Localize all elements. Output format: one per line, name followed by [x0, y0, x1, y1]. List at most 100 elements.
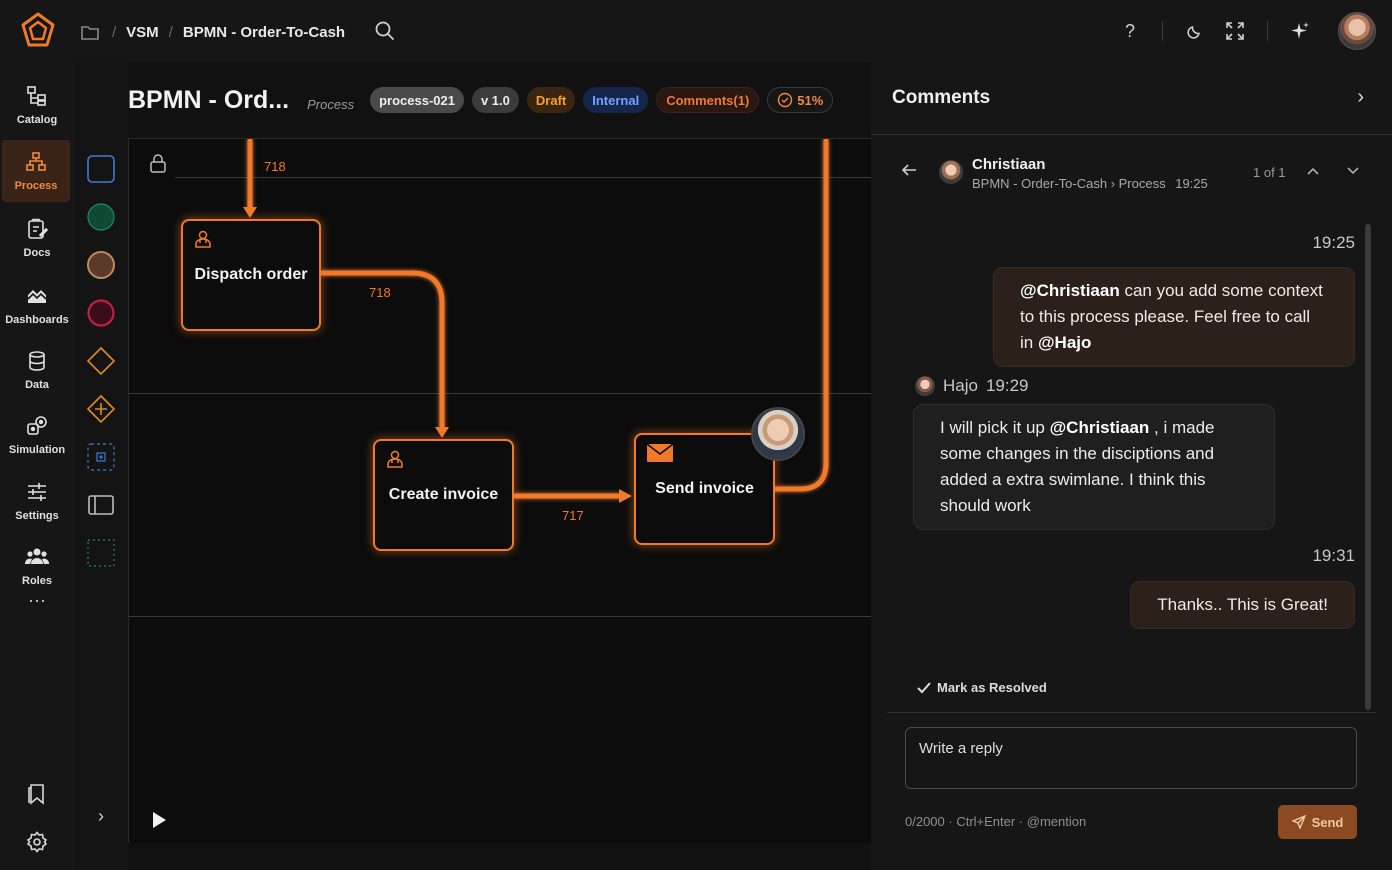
- moon-icon[interactable]: [1175, 12, 1215, 50]
- scrollbar[interactable]: [1365, 224, 1371, 710]
- checkmark-icon: [917, 681, 931, 693]
- task-label: Send invoice: [655, 480, 754, 497]
- start-event-icon[interactable]: [86, 202, 116, 232]
- nav-more-button[interactable]: ···: [0, 590, 74, 611]
- author-avatar: [939, 160, 963, 184]
- nav-label: Process: [14, 180, 58, 192]
- nav-item-catalog[interactable]: Catalog: [0, 74, 74, 136]
- divider: [1162, 21, 1163, 41]
- message-list[interactable]: 19:25 @Christiaan can you add some conte…: [887, 212, 1373, 708]
- help-icon[interactable]: ?: [1110, 12, 1150, 50]
- search-icon[interactable]: [374, 20, 396, 42]
- breadcrumb-vsm[interactable]: VSM: [126, 24, 159, 41]
- thread-location: BPMN - Order-To-Cash › Process: [972, 176, 1166, 191]
- process-kind: Process: [307, 96, 355, 112]
- task-dispatch-order[interactable]: Dispatch order: [181, 219, 321, 331]
- reply-input[interactable]: [905, 727, 1357, 789]
- parallel-gateway-icon[interactable]: [86, 394, 116, 424]
- message-author-line: Hajo 19:29: [915, 376, 1029, 396]
- thread-time: 19:25: [1175, 176, 1208, 191]
- intermediate-event-icon[interactable]: [86, 250, 116, 280]
- process-icon: [24, 150, 48, 174]
- process-id-badge: process-021: [370, 87, 464, 113]
- send-icon: [1291, 815, 1306, 829]
- breadcrumb-separator: /: [168, 23, 173, 41]
- mark-resolved-button[interactable]: Mark as Resolved: [917, 680, 1047, 695]
- fullscreen-icon[interactable]: [1215, 12, 1255, 50]
- folder-icon[interactable]: [80, 21, 102, 43]
- sparkle-icon[interactable]: [1280, 12, 1320, 50]
- nav-item-dashboards[interactable]: Dashboards: [0, 274, 74, 336]
- version-badge[interactable]: v 1.0: [471, 87, 519, 113]
- status-badge[interactable]: Draft: [526, 87, 576, 113]
- subprocess-icon[interactable]: [86, 442, 116, 472]
- message-author: Hajo: [943, 376, 978, 395]
- breadcrumb-process[interactable]: BPMN - Order-To-Cash: [183, 24, 345, 41]
- task-create-invoice[interactable]: Create invoice: [373, 439, 514, 551]
- sliders-icon: [25, 480, 49, 504]
- task-label: Dispatch order: [194, 266, 308, 283]
- user-avatar[interactable]: [1338, 12, 1376, 50]
- divider: [887, 712, 1376, 713]
- task-send-invoice[interactable]: Send invoice: [634, 433, 775, 545]
- flow-label: 718: [264, 159, 286, 174]
- message-bubble-own: Thanks.. This is Great!: [1130, 581, 1355, 629]
- roles-icon: [25, 545, 49, 569]
- nav-label: Catalog: [16, 114, 58, 126]
- process-title: BPMN - Ord...: [128, 85, 290, 114]
- progress-value: 51%: [797, 92, 824, 108]
- simulation-icon: [25, 414, 49, 438]
- pool-icon[interactable]: [86, 490, 116, 520]
- expand-chevron-icon[interactable]: ›: [90, 806, 112, 828]
- gear-icon[interactable]: [0, 822, 74, 862]
- nav-item-settings[interactable]: Settings: [0, 470, 74, 532]
- end-event-icon[interactable]: [86, 298, 116, 328]
- nav-label: Dashboards: [5, 314, 69, 326]
- breadcrumb: / VSM / BPMN - Order-To-Cash: [80, 20, 345, 44]
- nav-item-process[interactable]: Process: [2, 140, 70, 202]
- nav-label: Roles: [22, 575, 52, 587]
- task-label: Create invoice: [388, 486, 499, 503]
- thread-count: 1 of 1: [1253, 165, 1286, 180]
- panel-header: Comments ›: [871, 62, 1392, 135]
- mark-resolved-label: Mark as Resolved: [937, 680, 1047, 695]
- close-panel-chevron-icon[interactable]: ›: [1357, 86, 1364, 109]
- message-bubble-own: @Christiaan can you add some context to …: [993, 267, 1355, 367]
- nav-item-data[interactable]: Data: [0, 339, 74, 401]
- chevron-up-icon[interactable]: [1307, 162, 1319, 178]
- group-icon[interactable]: [86, 538, 116, 568]
- divider: [1267, 21, 1268, 41]
- nav-label: Settings: [15, 510, 59, 522]
- nav-item-roles[interactable]: Roles: [0, 535, 74, 597]
- flow-label: 718: [369, 285, 391, 300]
- nav-item-docs[interactable]: Docs: [0, 207, 74, 269]
- user-task-icon: [385, 449, 405, 474]
- message-text: Thanks.. This is Great!: [1157, 595, 1328, 614]
- chevron-down-icon[interactable]: [1347, 162, 1359, 178]
- progress-badge[interactable]: 51%: [767, 87, 834, 113]
- panel-title: Comments: [892, 87, 991, 108]
- nav-item-simulation[interactable]: Simulation: [0, 404, 74, 466]
- visibility-badge[interactable]: Internal: [583, 87, 649, 113]
- collaborator-avatar[interactable]: [751, 407, 805, 461]
- arrowhead: [243, 207, 257, 218]
- nav-label: Data: [25, 379, 49, 391]
- logo-icon[interactable]: [18, 11, 58, 51]
- user-task-icon: [193, 229, 213, 254]
- play-icon[interactable]: [151, 811, 167, 834]
- database-icon: [25, 349, 49, 373]
- comments-badge[interactable]: Comments(1): [656, 87, 760, 113]
- send-button[interactable]: Send: [1278, 805, 1357, 839]
- gateway-icon[interactable]: [86, 346, 116, 376]
- reply-hint: 0/2000 · Ctrl+Enter · @mention: [905, 814, 1087, 829]
- process-header: BPMN - Ord... Process process-021 v 1.0 …: [128, 80, 834, 120]
- lane-tool-icon[interactable]: [86, 154, 116, 184]
- back-arrow-icon[interactable]: [901, 163, 917, 182]
- bookmark-icon[interactable]: [0, 774, 74, 814]
- mention[interactable]: @Christiaan: [1050, 418, 1150, 437]
- mention[interactable]: @Christiaan: [1020, 281, 1120, 300]
- mention[interactable]: @Hajo: [1038, 333, 1091, 352]
- diagram-canvas[interactable]: 718 718 717 Dispatch order Create invoic…: [128, 138, 871, 843]
- message-timestamp: 19:25: [1312, 233, 1355, 252]
- message-bubble-other: I will pick it up @Christiaan , i made s…: [913, 404, 1275, 530]
